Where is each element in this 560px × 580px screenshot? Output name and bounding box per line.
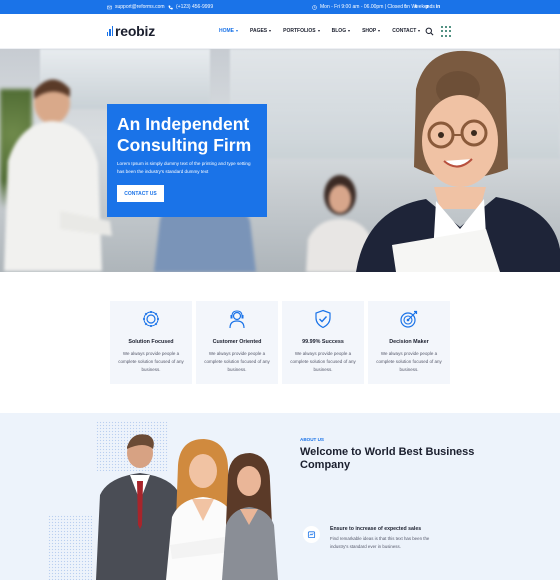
chevron-down-icon	[317, 30, 320, 32]
feature-card[interactable]: Solution Focused We always provide peopl…	[110, 301, 192, 384]
feature-card[interactable]: 99.99% Success We always provide people …	[282, 301, 364, 384]
logo-mark-icon	[107, 26, 113, 36]
facebook-icon[interactable]: f	[402, 3, 408, 10]
social-links: f t p in	[402, 3, 441, 10]
chevron-down-icon	[418, 30, 421, 32]
feature-text: We always provide people a complete solu…	[376, 351, 442, 372]
sales-feature-badge	[303, 526, 320, 543]
feature-title: Customer Oriented	[212, 339, 262, 345]
hero-banner: An Independent Consulting Firm Lorem Ips…	[0, 49, 560, 272]
apps-grid-icon[interactable]	[441, 26, 452, 37]
gear-icon	[143, 311, 159, 327]
about-feature-title: Ensure to increase of expected sales	[330, 526, 422, 532]
sales-icon	[307, 531, 316, 539]
topbar-email[interactable]: support@reforms.com	[107, 4, 165, 10]
hero-man-image	[4, 79, 112, 271]
phone-icon	[168, 5, 173, 10]
chevron-down-icon	[269, 30, 272, 32]
topbar-phone[interactable]: (+123) 456-9999	[168, 4, 213, 10]
logo[interactable]: reobiz	[107, 23, 155, 39]
nav-portfolios-label: PORTFOLIOS	[283, 28, 316, 34]
nav-home-label: HOME	[219, 28, 234, 34]
about-title: Welcome to World Best Business Company	[300, 446, 475, 471]
feature-text: We always provide people a complete solu…	[204, 351, 270, 372]
main-nav: HOME PAGES PORTFOLIOS BLOG SHOP CONTACT	[219, 28, 432, 34]
hero-title: An Independent Consulting Firm	[117, 114, 252, 155]
chevron-down-icon	[348, 30, 351, 32]
pinterest-icon[interactable]: p	[424, 3, 430, 10]
feature-title: 99.99% Success	[302, 339, 344, 345]
topbar-phone-text: (+123) 456-9999	[176, 4, 214, 10]
contact-us-button[interactable]: CONTACT US	[117, 185, 164, 202]
support-agent-icon	[229, 310, 245, 329]
site-header: reobiz HOME PAGES PORTFOLIOS BLOG SHOP C…	[0, 14, 560, 49]
features-section: Solution Focused We always provide peopl…	[0, 272, 560, 413]
feature-title: Decision Maker	[389, 339, 429, 345]
dot-pattern	[48, 515, 92, 580]
hero-description: Lorem Ipsum is simply dummy text of the …	[117, 161, 251, 174]
clock-icon	[312, 4, 317, 10]
target-icon	[400, 310, 418, 328]
topbar-email-text: support@reforms.com	[115, 4, 165, 10]
chevron-down-icon	[378, 30, 381, 32]
about-eyebrow: ABOUT US	[300, 437, 324, 442]
search-icon[interactable]	[425, 27, 434, 36]
feature-card[interactable]: Customer Oriented We always provide peop…	[196, 301, 278, 384]
nav-blog[interactable]: BLOG	[331, 28, 351, 34]
chevron-down-icon	[236, 30, 238, 32]
about-section: ABOUT US Welcome to World Best Business …	[0, 413, 560, 580]
about-feature-text: Find remarkable ideas is that this text …	[330, 536, 430, 549]
nav-shop[interactable]: SHOP	[362, 28, 381, 34]
nav-pages[interactable]: PAGES	[250, 28, 272, 34]
linkedin-icon[interactable]: in	[435, 3, 441, 10]
hero-text-box: An Independent Consulting Firm Lorem Ips…	[107, 104, 267, 217]
hero-woman-image	[356, 50, 560, 272]
nav-home[interactable]: HOME	[219, 28, 238, 34]
nav-shop-label: SHOP	[362, 28, 377, 34]
mail-icon	[107, 5, 112, 9]
nav-contact-label: CONTACT	[392, 28, 417, 34]
nav-pages-label: PAGES	[250, 28, 268, 34]
team-image	[96, 434, 278, 580]
nav-blog-label: BLOG	[331, 28, 347, 34]
twitter-icon[interactable]: t	[413, 3, 419, 10]
nav-contact[interactable]: CONTACT	[392, 28, 421, 34]
feature-title: Solution Focused	[128, 339, 174, 345]
feature-card[interactable]: Decision Maker We always provide people …	[368, 301, 450, 384]
feature-text: We always provide people a complete solu…	[290, 351, 356, 372]
top-bar: support@reforms.com (+123) 456-9999 Mon …	[0, 0, 560, 14]
logo-text: reobiz	[115, 23, 156, 39]
shield-check-icon	[315, 309, 331, 329]
feature-text: We always provide people a complete solu…	[118, 351, 184, 372]
nav-portfolios[interactable]: PORTFOLIOS	[283, 28, 320, 34]
